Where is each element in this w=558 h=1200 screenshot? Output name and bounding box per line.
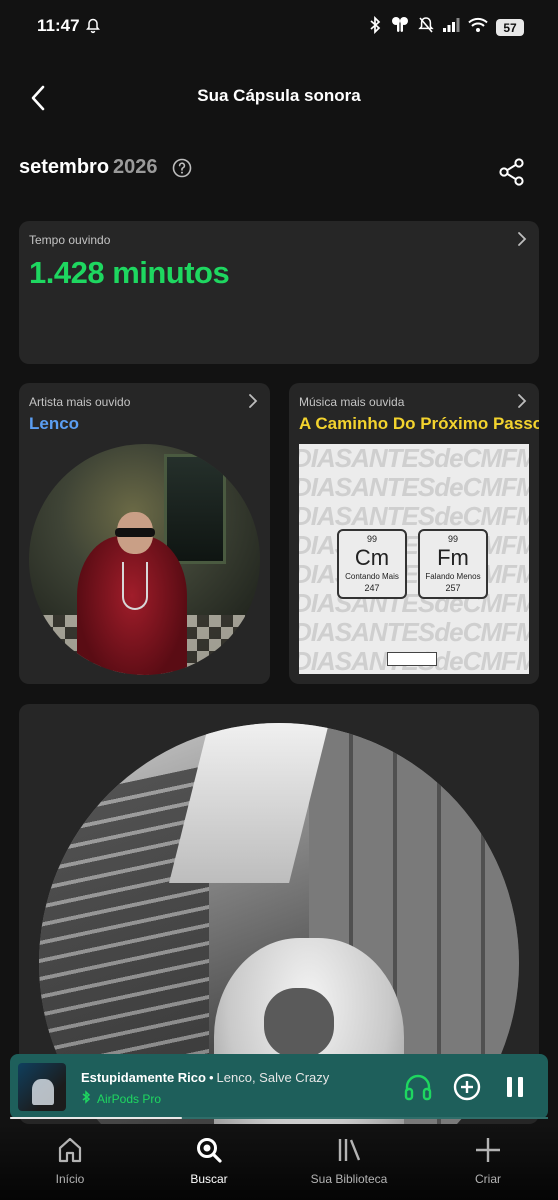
connect-device-button[interactable] — [402, 1071, 434, 1103]
share-icon — [499, 158, 524, 186]
nav-item-home[interactable]: Início — [15, 1134, 125, 1186]
share-button[interactable] — [499, 158, 525, 191]
plus-icon — [433, 1134, 543, 1166]
nav-label-library: Sua Biblioteca — [310, 1172, 388, 1186]
element-tile-fm: 99 Fm Falando Menos 257 — [418, 529, 488, 599]
playback-device: AirPods Pro — [81, 1090, 161, 1107]
element-tile-cm: 99 Cm Contando Mais 247 — [337, 529, 407, 599]
top-song-name: A Caminho Do Próximo Passo — [299, 414, 539, 433]
top-artist-name: Lenco — [29, 414, 80, 433]
player-album-art — [18, 1063, 66, 1111]
period-year: 2026 — [113, 156, 158, 178]
nav-label-search: Buscar — [190, 1172, 228, 1186]
parental-advisory-label — [387, 652, 437, 666]
nav-label-home: Início — [55, 1172, 85, 1186]
album-art-text: DIASANTESdeCMFM DIASANTESdeCMFM DIASANTE… — [299, 444, 529, 674]
chevron-right-icon — [517, 231, 527, 252]
bluetooth-icon — [368, 15, 382, 39]
track-separator: • — [208, 1070, 214, 1085]
nav-item-create[interactable]: Criar — [433, 1134, 543, 1186]
nav-item-search[interactable]: Buscar — [154, 1134, 264, 1186]
playback-progress-bar[interactable] — [10, 1117, 548, 1119]
top-song-card[interactable]: Música mais ouvida A Caminho Do Próximo … — [289, 383, 539, 684]
top-artist-label: Artista mais ouvido — [29, 395, 131, 409]
bottom-nav: Início Buscar Sua Biblioteca Criar — [0, 1124, 558, 1200]
status-time: 11:47 — [37, 16, 80, 35]
track-info: Estupidamente Rico • Lenco, Salve Crazy — [81, 1070, 329, 1085]
header: Sua Cápsula sonora — [0, 72, 558, 124]
help-icon[interactable] — [172, 158, 192, 178]
signal-icon — [442, 17, 460, 38]
wifi-icon — [468, 17, 488, 38]
track-title: Estupidamente Rico — [81, 1070, 206, 1085]
track-artists: Lenco, Salve Crazy — [216, 1070, 330, 1085]
chevron-right-icon — [248, 393, 258, 414]
period-month: setembro — [19, 156, 110, 178]
mute-bell-icon — [418, 16, 434, 39]
device-name: AirPods Pro — [97, 1091, 162, 1106]
period-row: setembro 2026 — [19, 156, 539, 192]
page-title: Sua Cápsula sonora — [197, 86, 361, 105]
listening-minutes: 1.428 minutos — [29, 255, 230, 290]
nav-item-library[interactable]: Sua Biblioteca — [294, 1134, 404, 1186]
nav-label-create: Criar — [475, 1172, 501, 1186]
bell-icon — [86, 18, 100, 39]
add-to-library-button[interactable] — [451, 1071, 483, 1103]
top-song-label: Música mais ouvida — [299, 395, 405, 409]
listening-time-card[interactable]: Tempo ouvindo 1.428 minutos — [19, 221, 539, 364]
headphones-icon — [404, 1074, 432, 1101]
library-icon — [294, 1134, 404, 1166]
add-circle-icon — [453, 1073, 481, 1101]
search-icon — [154, 1134, 264, 1166]
chevron-right-icon — [517, 393, 527, 414]
artist-photo — [29, 444, 260, 675]
pause-button[interactable] — [499, 1071, 531, 1103]
airpods-icon — [390, 16, 410, 39]
album-art: DIASANTESdeCMFM DIASANTESdeCMFM DIASANTE… — [299, 444, 529, 674]
pause-icon — [507, 1077, 523, 1097]
bluetooth-icon — [81, 1090, 91, 1107]
top-artist-card[interactable]: Artista mais ouvido Lenco — [19, 383, 270, 684]
status-bar: 11:47 57 — [0, 0, 558, 56]
mini-player[interactable]: Estupidamente Rico • Lenco, Salve Crazy Ai… — [10, 1054, 548, 1119]
listening-time-label: Tempo ouvindo — [29, 233, 111, 247]
battery-indicator: 57 — [496, 19, 524, 36]
playback-progress-fill — [10, 1117, 183, 1119]
home-icon — [15, 1134, 125, 1166]
